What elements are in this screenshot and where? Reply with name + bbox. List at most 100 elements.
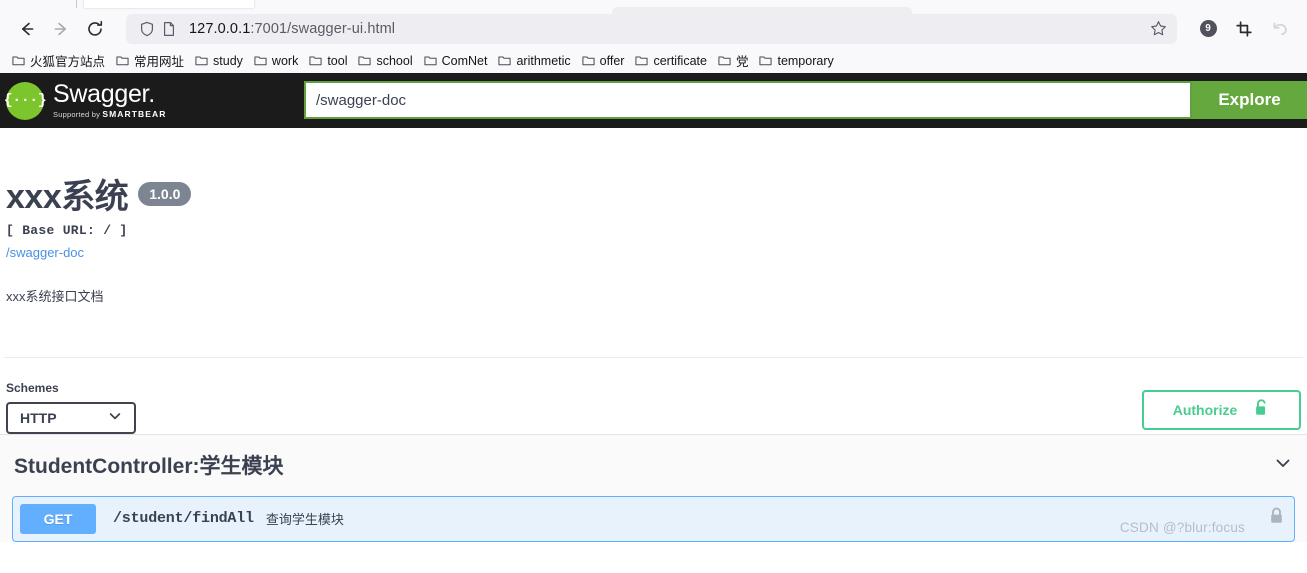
page-icon[interactable] [158, 21, 180, 37]
url-text[interactable]: 127.0.0.1:7001/swagger-ui.html [189, 21, 1145, 37]
folder-icon [309, 54, 322, 67]
operation-row[interactable]: GET /student/findAll 查询学生模块 CSDN @?blur:… [12, 495, 1295, 542]
tab-strip [0, 0, 1307, 15]
bookmark-item[interactable]: ComNet [419, 50, 493, 71]
bookmark-star-icon[interactable] [1145, 20, 1171, 37]
folder-icon [195, 54, 208, 67]
chevron-down-icon [108, 409, 122, 426]
swagger-doc-link[interactable]: /swagger-doc [4, 245, 1303, 260]
bookmark-label: work [271, 53, 299, 68]
explore-button[interactable]: Explore [1192, 81, 1307, 119]
folder-icon [582, 54, 595, 67]
reload-button[interactable] [78, 14, 112, 44]
bookmark-label: study [213, 53, 243, 68]
schemes-select[interactable]: HTTP [6, 401, 136, 434]
address-bar[interactable]: 127.0.0.1:7001/swagger-ui.html [126, 13, 1177, 44]
bookmark-label: 火狐官方站点 [30, 55, 106, 69]
bookmark-label: arithmetic [516, 53, 571, 68]
url-host: 127.0.0.1 [189, 20, 251, 37]
folder-icon [12, 54, 25, 67]
browser-chrome: 127.0.0.1:7001/swagger-ui.html 9 火狐官方站点 … [0, 0, 1307, 73]
bookmarks-bar: 火狐官方站点 常用网址 study work tool school ComNe… [0, 48, 1307, 73]
lock-icon[interactable] [1269, 507, 1284, 530]
bookmark-item[interactable]: school [353, 50, 417, 71]
logo-dot: . [148, 80, 155, 109]
logo-brand: SMARTBEAR [102, 109, 167, 120]
bookmark-label: 常用网址 [134, 55, 185, 69]
bookmark-item[interactable]: 火狐官方站点 [7, 50, 110, 71]
reload-icon [86, 20, 104, 38]
tab-divider [76, 0, 77, 8]
swagger-url-input[interactable] [304, 81, 1192, 119]
folder-icon [759, 54, 773, 67]
tab-ghost [612, 7, 912, 15]
bookmark-label: ComNet [441, 53, 488, 68]
tag-section: StudentController:学生模块 GET /student/find… [0, 434, 1307, 542]
extension-badge-button[interactable]: 9 [1191, 14, 1225, 44]
back-button[interactable] [10, 14, 44, 44]
operations-list: GET /student/findAll 查询学生模块 CSDN @?blur:… [0, 495, 1307, 542]
logo-supported-by: Supported by [53, 110, 101, 120]
swagger-braces-icon: {···} [4, 81, 47, 120]
swagger-body: xxx系统 1.0.0 [ Base URL: / ] /swagger-doc… [0, 128, 1307, 542]
tag-title: StudentController:学生模块 [14, 455, 284, 479]
bookmark-item[interactable]: arithmetic [493, 50, 575, 71]
bookmark-label: tool [327, 53, 348, 68]
base-url: [ Base URL: / ] [6, 222, 128, 238]
swagger-logo[interactable]: {···} Swagger. Supported by SMARTBEAR [0, 81, 167, 120]
http-method-badge: GET [20, 503, 96, 534]
api-info: xxx系统 1.0.0 [ Base URL: / ] /swagger-doc… [4, 128, 1303, 305]
schemes-label: Schemes [6, 380, 59, 395]
bookmark-item[interactable]: offer [577, 50, 630, 71]
schemes-row: Schemes HTTP Authorize [4, 358, 1303, 434]
folder-icon [498, 54, 512, 67]
arrow-right-icon [52, 20, 70, 38]
folder-icon [254, 54, 267, 67]
bookmark-item[interactable]: study [190, 50, 248, 71]
swagger-wordmark: Swagger. Supported by SMARTBEAR [53, 82, 167, 119]
screenshot-button[interactable] [1227, 14, 1261, 44]
bookmark-label: certificate [653, 53, 707, 68]
bookmark-label: temporary [777, 53, 834, 68]
forward-button[interactable] [44, 14, 78, 44]
sync-button[interactable] [1263, 14, 1297, 44]
bookmark-item[interactable]: certificate [630, 50, 712, 71]
api-title-row: xxx系统 1.0.0 [4, 178, 1303, 216]
folder-icon [116, 54, 129, 67]
bookmark-item[interactable]: work [249, 50, 303, 71]
shield-icon[interactable] [136, 21, 158, 37]
folder-icon [358, 54, 372, 67]
operation-summary: 查询学生模块 [265, 512, 344, 528]
undo-icon [1272, 20, 1289, 37]
operation-path: /student/findAll [113, 510, 254, 528]
swagger-url-field-wrap [304, 81, 1192, 119]
api-description: xxx系统接口文档 [6, 288, 104, 304]
toolbar-extensions: 9 [1185, 14, 1297, 44]
bookmark-label: school [376, 53, 413, 68]
bookmark-item[interactable]: 常用网址 [111, 50, 189, 71]
logo-title-text: Swagger [53, 80, 149, 109]
folder-icon [635, 54, 649, 67]
tag-header[interactable]: StudentController:学生模块 [0, 435, 1307, 496]
bookmark-item[interactable]: temporary [754, 50, 838, 71]
bookmark-label: 党 [735, 55, 749, 69]
version-badge: 1.0.0 [138, 182, 192, 206]
schemes-selected-value: HTTP [20, 409, 57, 426]
url-path: :7001/swagger-ui.html [250, 20, 396, 37]
browser-tab[interactable] [84, 0, 254, 8]
extension-count-badge: 9 [1199, 20, 1217, 37]
chevron-down-icon[interactable] [1273, 453, 1293, 478]
bookmark-label: offer [599, 53, 625, 68]
bookmark-item[interactable]: 党 [713, 50, 754, 71]
crop-icon [1236, 20, 1252, 37]
unlock-icon [1253, 398, 1270, 422]
authorize-label: Authorize [1172, 401, 1238, 418]
arrow-left-icon [18, 20, 36, 38]
schemes-group: Schemes HTTP [6, 381, 136, 434]
folder-icon [424, 54, 437, 67]
authorize-button[interactable]: Authorize [1142, 389, 1301, 430]
page-title: xxx系统 [6, 178, 129, 216]
folder-icon [718, 54, 731, 67]
swagger-topbar: {···} Swagger. Supported by SMARTBEAR Ex… [0, 73, 1307, 128]
bookmark-item[interactable]: tool [304, 50, 352, 71]
